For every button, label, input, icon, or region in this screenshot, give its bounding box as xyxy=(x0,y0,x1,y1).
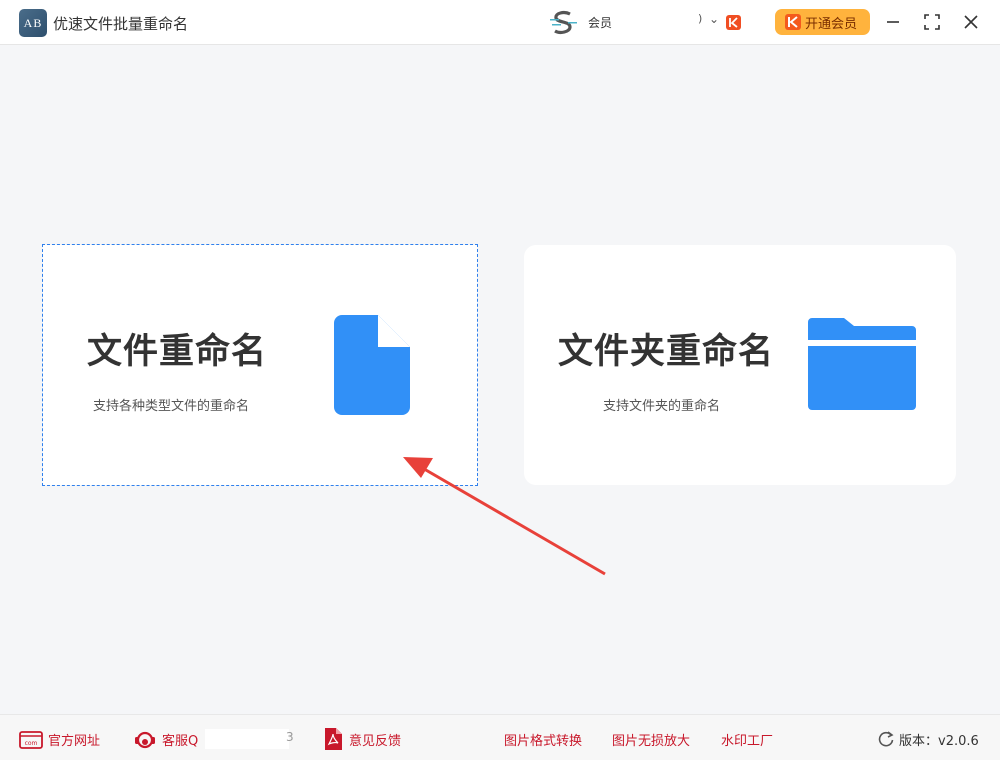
account-logo-icon xyxy=(550,11,577,34)
maximize-button[interactable] xyxy=(918,8,946,36)
account-caret: ) xyxy=(698,12,703,25)
file-rename-title: 文件重命名 xyxy=(87,332,268,372)
folder-rename-subtitle: 支持文件夹的重命名 xyxy=(603,399,721,414)
vip-badge-icon xyxy=(726,15,741,30)
close-icon xyxy=(964,15,978,29)
service-number-tail: 3 xyxy=(286,730,294,744)
svg-text:com: com xyxy=(25,740,38,747)
folder-rename-card[interactable]: 文件夹重命名 支持文件夹的重命名 xyxy=(524,245,956,485)
official-site-label: 官方网址 xyxy=(48,734,101,749)
watermark-factory-label: 水印工厂 xyxy=(721,734,774,749)
version-label: 版本：v2.0.6 xyxy=(899,734,979,749)
title-bar: AB 优速文件批量重命名 会员 ) ⌄ 开通会员 xyxy=(0,0,1000,45)
refresh-icon xyxy=(878,731,894,747)
app-logo: AB xyxy=(19,9,47,37)
footer-bar: com 官方网址 客服Q 3 意见反馈 图片格式转换 图片无损放大 水印工厂 版… xyxy=(0,714,1000,760)
minimize-button[interactable] xyxy=(879,8,907,36)
customer-service-label: 客服Q xyxy=(162,734,199,749)
maximize-icon xyxy=(924,14,940,30)
folder-icon xyxy=(808,318,916,410)
image-lossless-enlarge-label: 图片无损放大 xyxy=(612,734,691,749)
open-vip-button[interactable]: 开通会员 xyxy=(775,9,870,35)
file-rename-card[interactable]: 文件重命名 支持各种类型文件的重命名 xyxy=(42,244,478,486)
image-format-convert-label: 图片格式转换 xyxy=(504,734,583,749)
service-number-mask xyxy=(205,729,289,749)
account-label: 会员 xyxy=(588,16,613,30)
feedback-label: 意见反馈 xyxy=(349,734,402,749)
vip-icon xyxy=(785,14,801,30)
chevron-down-icon[interactable]: ⌄ xyxy=(709,12,719,26)
close-button[interactable] xyxy=(957,8,985,36)
minimize-icon xyxy=(887,21,899,23)
file-icon xyxy=(334,315,410,415)
open-vip-label: 开通会员 xyxy=(805,17,858,32)
pdf-feedback-icon xyxy=(325,728,342,750)
customer-service-icon xyxy=(135,731,155,749)
red-arrow-annotation xyxy=(403,457,606,576)
website-icon: com xyxy=(19,731,43,749)
folder-rename-title: 文件夹重命名 xyxy=(558,332,775,372)
app-title: 优速文件批量重命名 xyxy=(53,15,189,33)
account-name-mask xyxy=(616,12,702,32)
file-rename-subtitle: 支持各种类型文件的重命名 xyxy=(93,399,250,414)
